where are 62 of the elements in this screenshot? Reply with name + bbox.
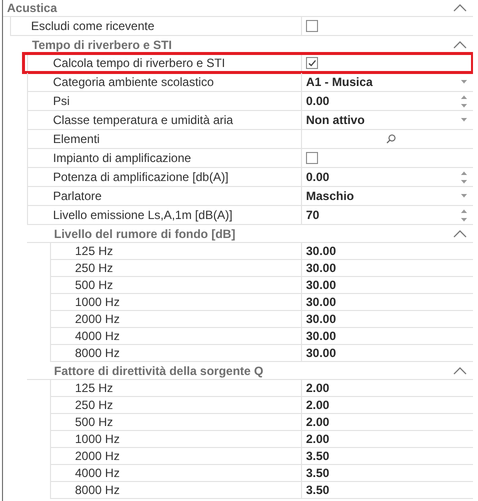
property-value: 70 <box>306 208 320 222</box>
collapse-icon[interactable] <box>453 366 467 374</box>
property-label: 8000 Hz <box>74 483 121 497</box>
property-label: 4000 Hz <box>74 329 121 343</box>
checkbox[interactable] <box>306 20 318 32</box>
property-label: Psi <box>52 94 71 108</box>
property-value: Non attivo <box>306 113 365 127</box>
property-label: 125 Hz <box>74 381 114 395</box>
property-value: 0.00 <box>306 170 330 184</box>
property-value: 30.00 <box>306 278 336 292</box>
property-label: 2000 Hz <box>74 312 121 326</box>
property-label: 500 Hz <box>74 415 114 429</box>
property-label: 125 Hz <box>74 244 114 258</box>
property-label: Escludi come ricevente <box>30 19 156 33</box>
property-label: Elementi <box>52 132 101 146</box>
collapse-icon[interactable] <box>453 40 467 48</box>
collapse-icon[interactable] <box>453 4 467 12</box>
property-value: 30.00 <box>306 329 336 343</box>
group-title: Livello del rumore di fondo [dB] <box>53 226 236 240</box>
property-label: Calcola tempo di riverbero e STI <box>52 56 226 70</box>
property-value: 30.00 <box>306 346 336 360</box>
dropdown-arrow-icon[interactable] <box>461 194 467 198</box>
category-title: Acustica <box>7 1 58 15</box>
property-value: 30.00 <box>306 261 336 275</box>
spinner-arrows-icon[interactable] <box>461 208 467 222</box>
property-label: Impianto di amplificazione <box>52 151 192 165</box>
spinner-arrows-icon[interactable] <box>461 94 467 108</box>
search-icon[interactable] <box>386 134 396 144</box>
property-value: 0.00 <box>306 94 330 108</box>
property-label: Parlatore <box>52 189 103 203</box>
group-title: Fattore di direttività della sorgente Q <box>53 364 264 378</box>
property-label: 1000 Hz <box>74 432 121 446</box>
property-label: 8000 Hz <box>74 346 121 360</box>
dropdown-arrow-icon[interactable] <box>461 80 467 84</box>
spinner-arrows-icon[interactable] <box>461 170 467 184</box>
property-value: 2.00 <box>306 432 330 446</box>
property-label: Categoria ambiente scolastico <box>52 75 215 89</box>
property-value: 2.00 <box>306 415 330 429</box>
property-label: 500 Hz <box>74 278 114 292</box>
property-label: Livello emissione Ls,A,1m [dB(A)] <box>52 208 234 222</box>
property-label: 250 Hz <box>74 261 114 275</box>
property-value: 3.50 <box>306 466 330 480</box>
group-title: Tempo di riverbero e STI <box>31 38 172 52</box>
checkbox[interactable] <box>306 152 318 164</box>
property-value: 3.50 <box>306 449 330 463</box>
property-value: 2.00 <box>306 381 330 395</box>
property-value: Maschio <box>306 189 354 203</box>
property-value: 30.00 <box>306 312 336 326</box>
property-value: 3.50 <box>306 483 330 497</box>
property-value: A1 - Musica <box>306 75 373 89</box>
property-value: 30.00 <box>306 244 336 258</box>
dropdown-arrow-icon[interactable] <box>461 118 467 122</box>
property-label: Classe temperatura e umidità aria <box>52 113 234 127</box>
checkbox[interactable] <box>306 57 318 69</box>
property-value: 2.00 <box>306 398 330 412</box>
property-label: 250 Hz <box>74 398 114 412</box>
collapse-icon[interactable] <box>453 230 467 238</box>
property-value: 30.00 <box>306 295 336 309</box>
property-label: 2000 Hz <box>74 449 121 463</box>
property-label: 1000 Hz <box>74 295 121 309</box>
property-label: Potenza di amplificazione [db(A)] <box>52 170 230 184</box>
property-label: 4000 Hz <box>74 466 121 480</box>
